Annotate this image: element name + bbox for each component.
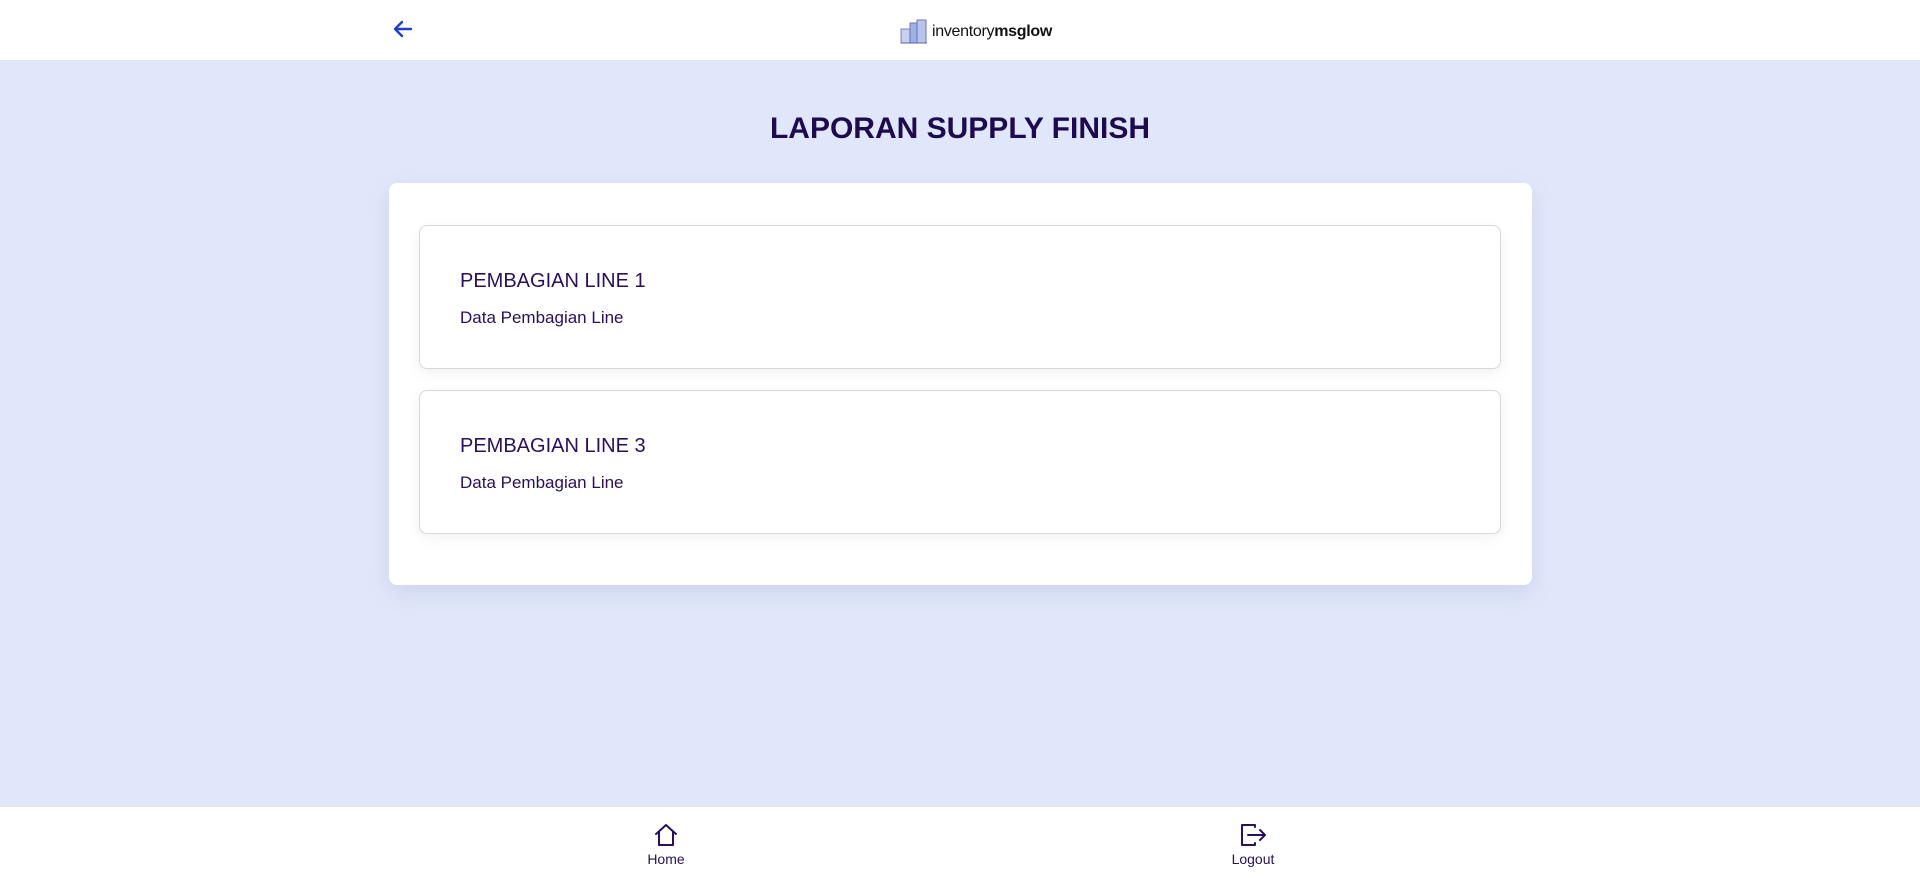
top-bar: inventorymsglow	[0, 0, 1920, 61]
logo-text: inventorymsglow	[932, 23, 1052, 41]
nav-home-button[interactable]: Home	[616, 821, 716, 867]
logo-text-regular: inventory	[932, 23, 995, 40]
report-panel: PEMBAGIAN LINE 1 Data Pembagian Line PEM…	[389, 183, 1532, 585]
logout-icon	[1241, 824, 1266, 846]
card-title: PEMBAGIAN LINE 3	[460, 435, 646, 457]
card-subtitle: Data Pembagian Line	[460, 473, 624, 492]
nav-logout-button[interactable]: Logout	[1203, 821, 1303, 867]
report-card-line-3[interactable]: PEMBAGIAN LINE 3 Data Pembagian Line	[419, 390, 1501, 534]
brand-logo: inventorymsglow	[900, 18, 1052, 46]
boxes-logo-icon	[900, 19, 927, 44]
logo-text-bold: msglow	[994, 23, 1052, 40]
back-button[interactable]	[388, 14, 418, 44]
page-title: LAPORAN SUPPLY FINISH	[769, 112, 1151, 145]
arrow-left-icon	[393, 20, 413, 38]
bottom-nav: Home Logout	[0, 806, 1920, 882]
report-card-line-1[interactable]: PEMBAGIAN LINE 1 Data Pembagian Line	[419, 225, 1501, 369]
card-title: PEMBAGIAN LINE 1	[460, 270, 646, 292]
nav-logout-label: Logout	[1231, 851, 1275, 867]
nav-home-label: Home	[647, 851, 685, 867]
card-subtitle: Data Pembagian Line	[460, 308, 624, 327]
home-icon	[655, 824, 677, 846]
